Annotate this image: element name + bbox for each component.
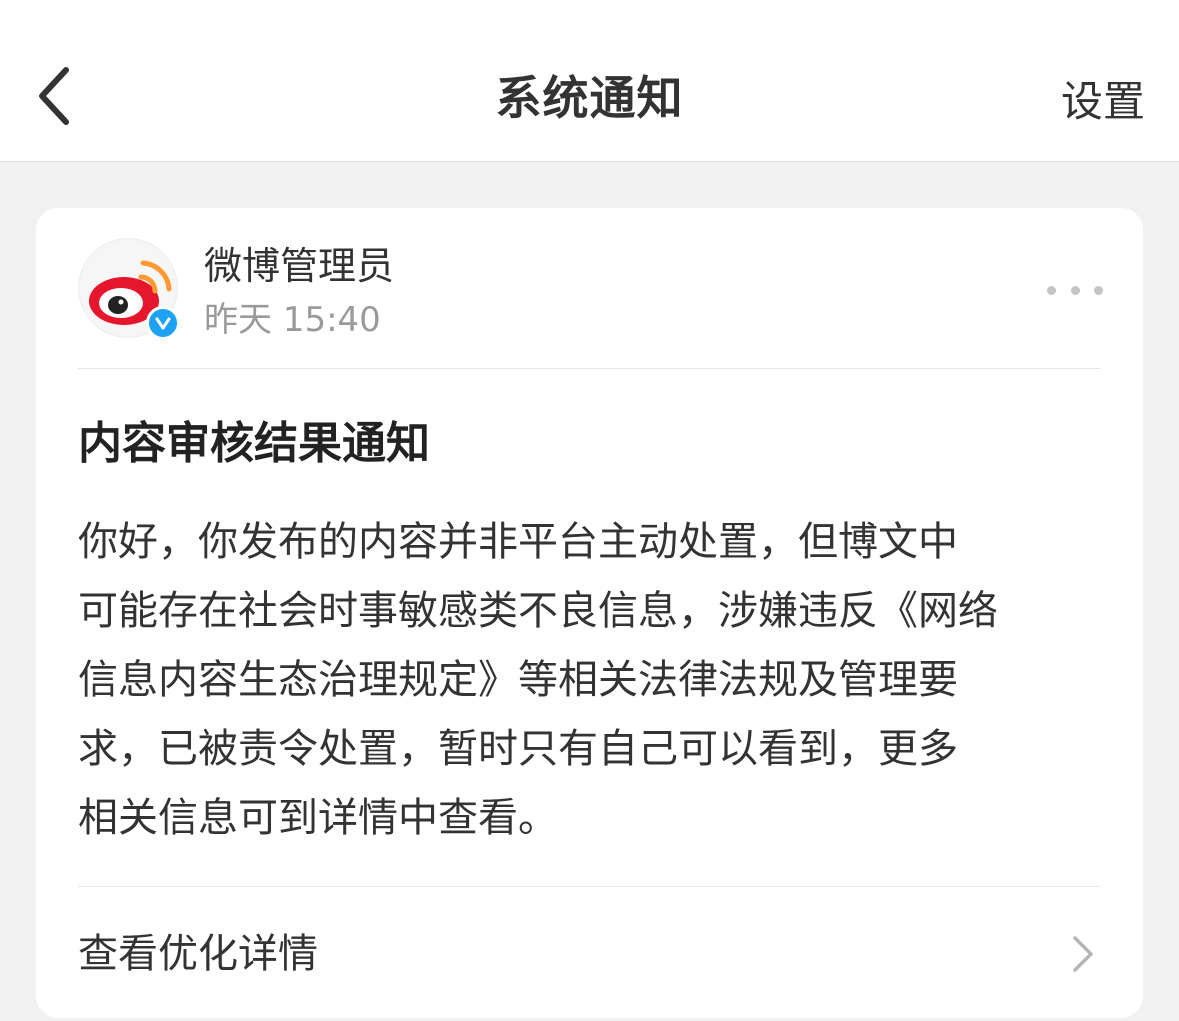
body-line: 你好，你发布的内容并非平台主动处置，但博文中 <box>78 519 958 565</box>
notification-card: 微博管理员 昨天 15:40 内容审核结果通知 你好，你发布的内容并非平台主动处… <box>36 208 1143 1018</box>
body-line: 可能存在社会时事敏感类不良信息，涉嫌违反《网络 <box>78 588 998 634</box>
view-details-row[interactable]: 查看优化详情 <box>78 888 1101 1018</box>
page-title: 系统通知 <box>495 71 684 125</box>
header-divider <box>78 368 1101 369</box>
dot <box>1094 285 1103 295</box>
more-dots-icon[interactable] <box>1047 280 1103 300</box>
message-timestamp: 昨天 15:40 <box>204 300 381 340</box>
notice-title: 内容审核结果通知 <box>78 418 430 469</box>
view-details-label: 查看优化详情 <box>78 931 318 977</box>
top-nav-bar: 系统通知 设置 <box>0 0 1179 162</box>
settings-button[interactable]: 设置 <box>1061 74 1145 130</box>
sender-name[interactable]: 微博管理员 <box>204 242 394 290</box>
verified-badge-icon <box>146 306 180 340</box>
body-line: 信息内容生态治理规定》等相关法律法规及管理要 <box>78 657 958 703</box>
dot <box>1047 285 1056 295</box>
dot <box>1070 285 1080 295</box>
body-line: 求，已被责令处置，暂时只有自己可以看到，更多 <box>78 726 958 772</box>
notice-body: 你好，你发布的内容并非平台主动处置，但博文中 可能存在社会时事敏感类不良信息，涉… <box>78 508 1108 853</box>
body-line: 相关信息可到详情中查看。 <box>78 795 558 841</box>
footer-divider <box>78 886 1101 887</box>
chevron-right-icon <box>1073 936 1093 972</box>
